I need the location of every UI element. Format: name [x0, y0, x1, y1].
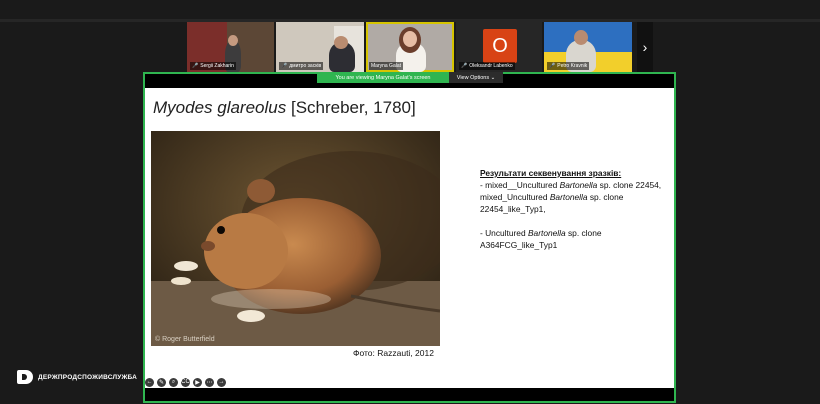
- presentation-slide: Myodes glareolus [Schreber, 1780] © Roge…: [145, 88, 674, 388]
- participant-tile[interactable]: 🎤 Sergii Zakharin: [187, 22, 274, 72]
- results-line: - Uncultured Bartonella sp. clone A364FC…: [480, 228, 602, 250]
- photo-credit: © Roger Butterfield: [155, 336, 215, 343]
- participant-name: 🎤 Sergii Zakharin: [190, 62, 236, 70]
- slide-title: Myodes glareolus [Schreber, 1780]: [153, 98, 416, 117]
- participant-tile[interactable]: O 🎤 Oleksandr Labenko: [456, 22, 542, 72]
- avatar: O: [483, 29, 517, 63]
- results-heading: Результати секвенування зразків:: [480, 168, 622, 178]
- participant-name: 🎤 Petro Kravnik: [547, 62, 590, 70]
- mic-muted-icon: 🎤: [461, 63, 468, 69]
- results-line: - mixed__Uncultured Bartonella sp. clone…: [480, 180, 662, 214]
- participant-tile-active[interactable]: Maryna Galat: [366, 22, 454, 72]
- participant-name: 🎤 Oleksandr Labenko: [459, 62, 515, 70]
- mic-muted-icon: 🎤: [192, 63, 199, 69]
- viewing-banner: You are viewing Maryna Galat's screen: [317, 72, 449, 83]
- arrow-right-icon[interactable]: →: [217, 377, 226, 387]
- arrow-left-icon[interactable]: ←: [145, 377, 154, 387]
- pen-icon[interactable]: ✎: [157, 377, 166, 387]
- mic-muted-icon: 🎤: [281, 63, 288, 69]
- slide-toolbar: ← ✎ ⌕ CC ▶ ⋯ →: [145, 376, 226, 388]
- brand-name: ДЕРЖПРОДСПОЖИВСЛУЖБА: [38, 373, 138, 381]
- top-bar: [0, 0, 820, 22]
- participant-tile[interactable]: 🎤 дмитро засків: [276, 22, 364, 72]
- participant-strip: 🎤 Sergii Zakharin 🎤 дмитро засків Maryna G…: [0, 22, 820, 72]
- participant-name: Maryna Galat: [369, 62, 404, 70]
- vole-photo: © Roger Butterfield: [151, 131, 440, 346]
- participant-tile[interactable]: 🎤 Petro Kravnik: [544, 22, 632, 72]
- sequencing-results: Результати секвенування зразків: - mixed…: [480, 167, 670, 251]
- view-options-button[interactable]: View Options ⌄: [449, 72, 503, 83]
- mic-muted-icon: 🎤: [549, 63, 556, 69]
- participant-name: 🎤 дмитро засків: [279, 62, 324, 70]
- photo-caption: Фото: Razzauti, 2012: [353, 348, 434, 358]
- brand-logo: ДЕРЖПРОДСПОЖИВСЛУЖБА: [17, 370, 137, 384]
- cc-icon[interactable]: CC: [181, 377, 190, 387]
- zoom-icon[interactable]: ⌕: [169, 377, 178, 387]
- video-icon[interactable]: ▶: [193, 377, 202, 387]
- dps-logo-icon: [17, 370, 33, 384]
- next-page-arrow-icon[interactable]: ›: [637, 22, 653, 72]
- more-icon[interactable]: ⋯: [205, 377, 214, 387]
